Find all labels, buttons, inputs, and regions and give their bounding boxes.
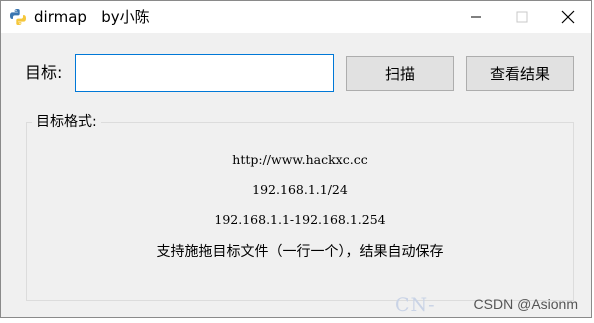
scan-button[interactable]: 扫描 bbox=[346, 56, 454, 91]
format-note: 支持施拖目标文件（一行一个），结果自动保存 bbox=[156, 244, 444, 260]
background-ghost-text: CN- bbox=[395, 294, 436, 316]
app-window: dirmap by小陈 目标: 扫描 查看结果 目标格式: http://www… bbox=[0, 0, 592, 318]
minimize-button[interactable] bbox=[453, 1, 499, 33]
csdn-watermark: CSDN @Asionm bbox=[473, 296, 578, 312]
target-input[interactable] bbox=[75, 54, 334, 92]
target-label: 目标: bbox=[25, 63, 63, 82]
close-button[interactable] bbox=[545, 1, 591, 33]
minimize-icon bbox=[471, 16, 481, 18]
close-icon bbox=[561, 10, 575, 24]
maximize-icon bbox=[516, 11, 528, 23]
format-example-cidr: 192.168.1.1/24 bbox=[252, 182, 348, 197]
format-example-range: 192.168.1.1-192.168.1.254 bbox=[214, 212, 386, 227]
format-example-url: http://www.hackxc.cc bbox=[232, 152, 368, 167]
title-bar[interactable]: dirmap by小陈 bbox=[1, 1, 591, 33]
maximize-button[interactable] bbox=[499, 1, 545, 33]
window-title: dirmap by小陈 bbox=[34, 8, 150, 26]
python-icon bbox=[10, 9, 26, 25]
target-format-legend: 目标格式: bbox=[32, 112, 101, 132]
view-results-button[interactable]: 查看结果 bbox=[466, 56, 574, 91]
